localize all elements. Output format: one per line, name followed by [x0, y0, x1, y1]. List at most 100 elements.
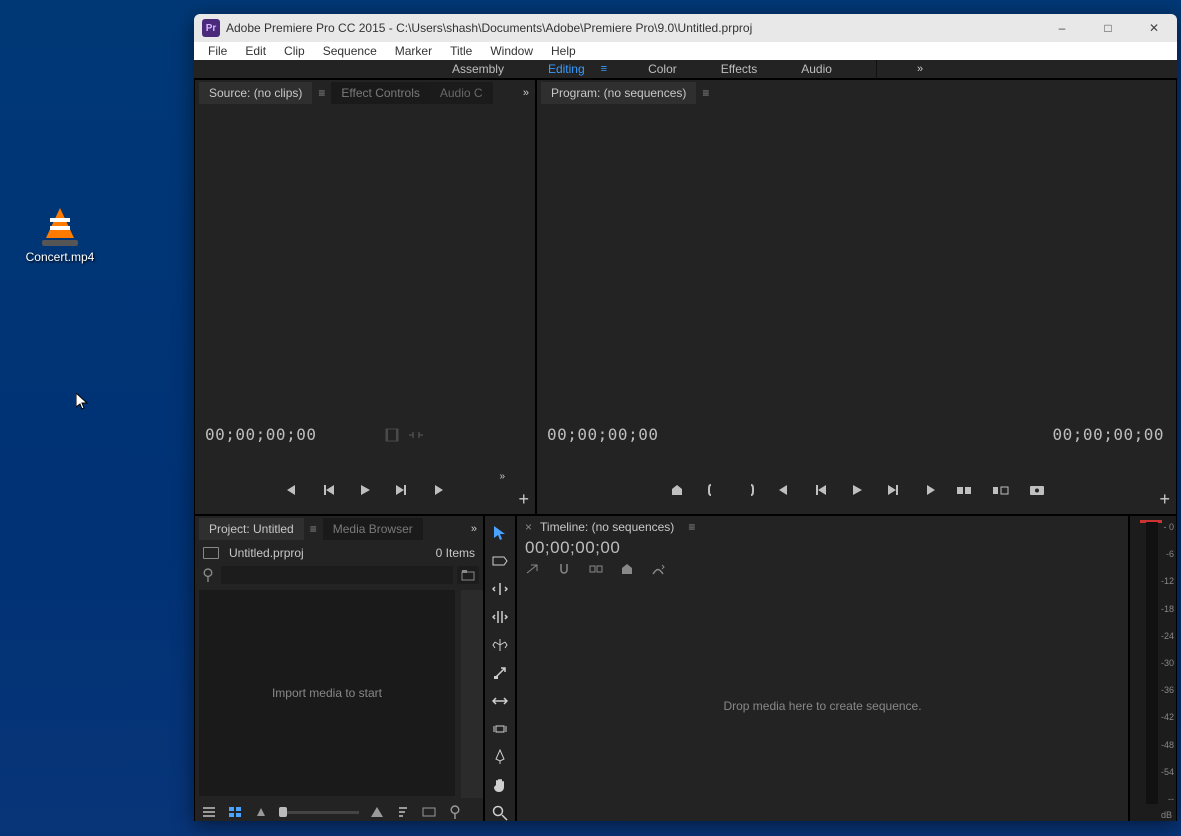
tab-audio-clip-mixer[interactable]: Audio C	[430, 82, 493, 104]
menu-file[interactable]: File	[200, 42, 235, 60]
menu-help[interactable]: Help	[543, 42, 584, 60]
project-tab-overflow-icon[interactable]: »	[471, 523, 477, 535]
program-extract-button[interactable]	[992, 481, 1010, 499]
program-step-fwd-button[interactable]	[884, 481, 902, 499]
window-title: Adobe Premiere Pro CC 2015 - C:\Users\sh…	[226, 21, 1039, 35]
pen-tool[interactable]	[489, 746, 511, 768]
track-select-tool[interactable]	[489, 550, 511, 572]
thumbnail-zoom-slider[interactable]	[279, 811, 359, 814]
timeline-drop-hint: Drop media here to create sequence.	[723, 699, 921, 713]
menu-edit[interactable]: Edit	[237, 42, 274, 60]
timeline-panel-menu-icon[interactable]: ≡	[688, 520, 695, 534]
source-step-back-button[interactable]	[320, 481, 338, 499]
add-marker-icon[interactable]	[621, 563, 633, 575]
program-mark-out-button[interactable]	[740, 481, 758, 499]
program-lift-button[interactable]	[956, 481, 974, 499]
source-timecode[interactable]: 00;00;00;00	[205, 425, 316, 444]
timeline-close-tab-icon[interactable]: ×	[525, 520, 532, 534]
project-scrollbar[interactable]	[461, 590, 483, 798]
program-timecode-right[interactable]: 00;00;00;00	[1053, 425, 1164, 444]
workspace-separator	[876, 60, 877, 78]
selection-tool[interactable]	[489, 522, 511, 544]
maximize-button[interactable]: □	[1085, 14, 1131, 42]
razor-tool[interactable]	[489, 662, 511, 684]
audio-meter[interactable]	[1146, 522, 1158, 804]
workspace-assembly[interactable]: Assembly	[448, 60, 508, 78]
workspace-color[interactable]: Color	[644, 60, 681, 78]
minimize-button[interactable]: –	[1039, 14, 1085, 42]
find-in-bin-button[interactable]	[457, 566, 479, 584]
titlebar[interactable]: Pr Adobe Premiere Pro CC 2015 - C:\Users…	[194, 14, 1177, 42]
workspace-audio[interactable]: Audio	[797, 60, 836, 78]
project-file-name: Untitled.prproj	[229, 546, 304, 560]
program-panel-menu-icon[interactable]: ≡	[702, 86, 709, 100]
source-step-fwd-button[interactable]	[392, 481, 410, 499]
timeline-drop-area[interactable]: Drop media here to create sequence.	[517, 588, 1128, 821]
program-export-frame-button[interactable]	[1028, 481, 1046, 499]
source-play-button[interactable]	[356, 481, 374, 499]
source-mark-out-button[interactable]	[428, 481, 446, 499]
snap-icon[interactable]	[557, 562, 571, 576]
menu-sequence[interactable]: Sequence	[315, 42, 385, 60]
project-drop-area[interactable]: Import media to start	[199, 590, 455, 796]
zoom-tool[interactable]	[489, 802, 511, 821]
source-panel-menu-icon[interactable]: ≡	[318, 86, 325, 100]
zoom-small-icon	[253, 804, 269, 820]
menu-window[interactable]: Window	[482, 42, 541, 60]
find-button[interactable]: ⚲	[447, 804, 463, 820]
drag-audio-only-icon[interactable]	[407, 429, 425, 441]
desktop-file-concert[interactable]: Concert.mp4	[15, 208, 105, 266]
desktop-file-label: Concert.mp4	[26, 250, 95, 264]
menu-title[interactable]: Title	[442, 42, 480, 60]
workspace-drag-handle-icon[interactable]: ≡	[601, 63, 608, 75]
tab-source[interactable]: Source: (no clips)	[199, 82, 312, 104]
slip-tool[interactable]	[489, 690, 511, 712]
source-mark-in-button[interactable]	[284, 481, 302, 499]
program-add-button[interactable]: +	[1159, 489, 1170, 510]
program-timecode-left[interactable]: 00;00;00;00	[547, 425, 658, 444]
sort-button[interactable]	[395, 804, 411, 820]
auto-sequence-button[interactable]	[421, 804, 437, 820]
drag-video-only-icon[interactable]	[385, 428, 399, 442]
insert-sequence-icon[interactable]	[525, 563, 539, 575]
tab-timeline[interactable]: Timeline: (no sequences)	[540, 520, 674, 534]
program-step-back-button[interactable]	[812, 481, 830, 499]
rolling-edit-tool[interactable]	[489, 606, 511, 628]
slide-tool[interactable]	[489, 718, 511, 740]
workspace-bar: Assembly Editing ≡ Color Effects Audio »	[194, 60, 1177, 79]
timeline-settings-icon[interactable]	[651, 562, 665, 576]
zoom-large-icon	[369, 804, 385, 820]
ripple-edit-tool[interactable]	[489, 578, 511, 600]
program-go-to-out-button[interactable]	[920, 481, 938, 499]
workspace-editing[interactable]: Editing	[544, 60, 589, 78]
tab-media-browser[interactable]: Media Browser	[323, 518, 423, 540]
menu-marker[interactable]: Marker	[387, 42, 440, 60]
timeline-timecode[interactable]: 00;00;00;00	[525, 538, 1120, 558]
program-go-to-in-button[interactable]	[776, 481, 794, 499]
source-tab-overflow-icon[interactable]: »	[523, 87, 529, 99]
app-icon: Pr	[202, 19, 220, 37]
rate-stretch-tool[interactable]	[489, 634, 511, 656]
project-panel: Project: Untitled ≡ Media Browser » Unti…	[194, 515, 484, 821]
project-search-input[interactable]	[221, 566, 453, 584]
tab-effect-controls[interactable]: Effect Controls	[331, 82, 429, 104]
workspace-effects[interactable]: Effects	[717, 60, 761, 78]
project-item-count: 0 Items	[436, 546, 475, 560]
workspace-overflow-button[interactable]: »	[917, 63, 923, 75]
icon-view-button[interactable]	[227, 804, 243, 820]
source-add-button[interactable]: +	[518, 489, 529, 510]
source-panel: Source: (no clips) ≡ Effect Controls Aud…	[194, 79, 536, 515]
menu-clip[interactable]: Clip	[276, 42, 313, 60]
program-add-marker-button[interactable]	[668, 481, 686, 499]
project-panel-menu-icon[interactable]: ≡	[310, 522, 317, 536]
program-mark-in-button[interactable]	[704, 481, 722, 499]
program-play-button[interactable]	[848, 481, 866, 499]
linked-selection-icon[interactable]	[589, 563, 603, 575]
list-view-button[interactable]	[201, 804, 217, 820]
audio-meters-panel: - 0-6-12 -18-24-30 -36-42-48 -54-- dB	[1129, 515, 1177, 821]
source-transport	[195, 472, 535, 508]
close-button[interactable]: ✕	[1131, 14, 1177, 42]
tab-program[interactable]: Program: (no sequences)	[541, 82, 696, 104]
hand-tool[interactable]	[489, 774, 511, 796]
tab-project[interactable]: Project: Untitled	[199, 518, 304, 540]
